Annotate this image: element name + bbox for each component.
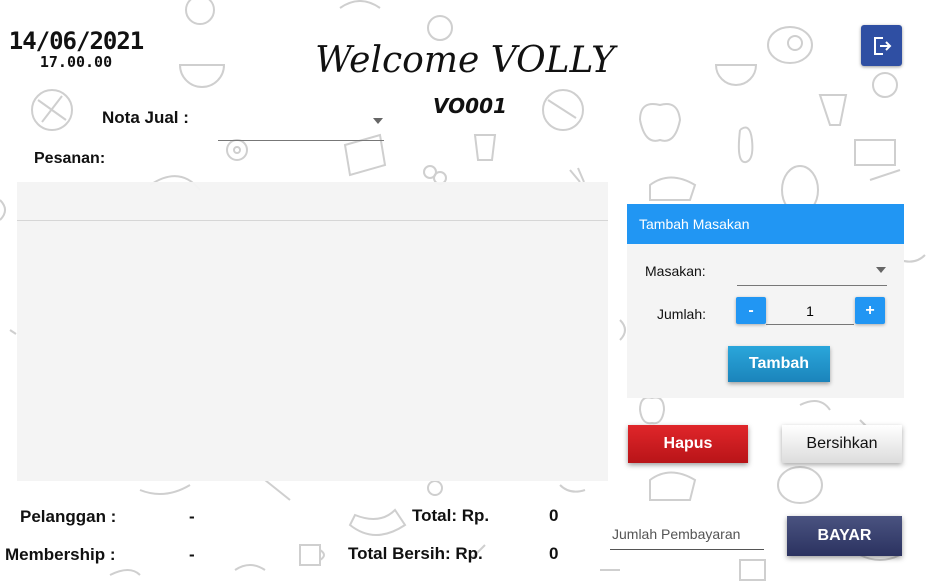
customer-value: - bbox=[189, 507, 195, 526]
chevron-down-icon bbox=[373, 118, 383, 124]
nota-jual-select[interactable] bbox=[218, 106, 384, 141]
total-label: Total: Rp. bbox=[412, 506, 490, 525]
clear-button[interactable]: Bersihkan bbox=[782, 425, 902, 463]
jumlah-label: Jumlah: bbox=[657, 306, 707, 322]
add-dish-button[interactable]: Tambah bbox=[728, 346, 830, 382]
datetime-display: 14/06/2021 17.00.00 bbox=[6, 28, 146, 70]
chevron-down-icon bbox=[876, 267, 886, 273]
membership-label: Membership : bbox=[5, 545, 116, 564]
masakan-select[interactable] bbox=[737, 256, 887, 286]
order-table-header bbox=[17, 182, 608, 221]
date-text: 14/06/2021 bbox=[8, 27, 145, 55]
user-code: VO001 bbox=[433, 94, 507, 118]
page-title: Welcome VOLLY bbox=[315, 40, 615, 81]
net-total-value: 0 bbox=[549, 544, 559, 563]
add-dish-panel-title: Tambah Masakan bbox=[627, 204, 904, 244]
total-value: 0 bbox=[549, 506, 559, 525]
masakan-label: Masakan: bbox=[645, 263, 706, 279]
logout-icon bbox=[873, 36, 891, 55]
pay-button[interactable]: BAYAR bbox=[787, 516, 902, 556]
membership-value: - bbox=[189, 545, 195, 564]
net-total-label: Total Bersih: Rp. bbox=[348, 544, 483, 563]
delete-button[interactable]: Hapus bbox=[628, 425, 748, 463]
add-dish-panel: Tambah Masakan Masakan: Jumlah: - + Tamb… bbox=[627, 204, 904, 398]
order-table[interactable] bbox=[17, 182, 608, 481]
increment-button[interactable]: + bbox=[855, 297, 885, 324]
quantity-input[interactable] bbox=[766, 298, 854, 325]
nota-jual-label: Nota Jual : bbox=[102, 108, 189, 127]
logout-button[interactable] bbox=[861, 25, 902, 66]
decrement-button[interactable]: - bbox=[736, 297, 766, 324]
payment-amount-input[interactable] bbox=[610, 519, 764, 550]
customer-label: Pelanggan : bbox=[20, 507, 117, 526]
time-text: 17.00.00 bbox=[39, 53, 113, 71]
pesanan-label: Pesanan: bbox=[34, 150, 106, 167]
